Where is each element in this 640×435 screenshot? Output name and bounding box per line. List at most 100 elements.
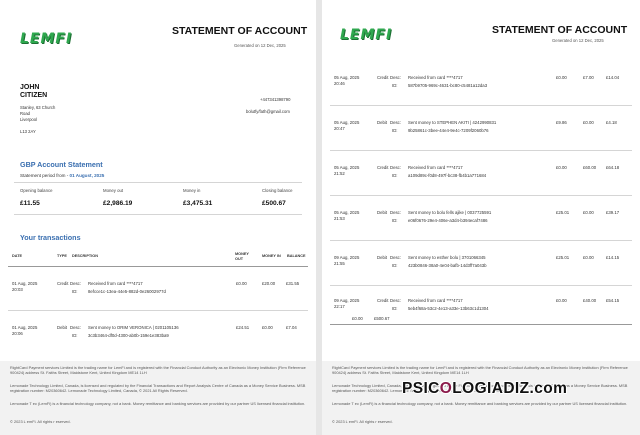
balance-money-in: Money in £3,475.31 (183, 188, 213, 207)
col-header-balance: BALANCE (287, 254, 306, 258)
cell-desc: Received from card ****4717 (408, 75, 463, 80)
cell-time: 22:17 (334, 304, 345, 309)
cell-in: £60.00 (583, 165, 597, 170)
cell-type: Credit (377, 75, 389, 80)
cell-id: 5eb4f68a-53c2-4e13-a33e-13b63c1d1304 (408, 306, 489, 311)
cell-id-label: ID: (392, 306, 398, 311)
cell-id: 423b0846-38a0-4e04-bafb-14d3ff7a043b (408, 263, 487, 268)
cell-type: Debit (377, 120, 388, 125)
cell-out: £0.00 (556, 165, 567, 170)
cell-id-label: ID: (392, 128, 398, 133)
cell-bal: £54.15 (606, 298, 620, 303)
statement-title: STATEMENT OF ACCOUNT (172, 25, 308, 37)
customer-email: bolutfy/fath@gmail.com (246, 109, 290, 114)
cell-time: 20:46 (334, 81, 345, 86)
statement-footer: RightCard Payment services Limited is th… (0, 361, 316, 435)
table-row: 05 Aug, 2025 20:46 Credit Desc: Received fro… (322, 70, 640, 92)
cell-in: £0.00 (583, 120, 594, 125)
lemfi-logo: LEMFI (340, 27, 393, 43)
table-row: 01 Aug, 2025 20:03 Credit Desc: Received… (12, 281, 300, 294)
balance-closing: Closing balance £500.67 (262, 188, 293, 207)
cell-out: £25.01 (556, 255, 570, 260)
cell-desc-label: Desc: (390, 210, 401, 215)
cell-type: Credit (377, 298, 389, 303)
cell-desc: Sent money to STEPHEN AKITI | 4242990831 (408, 120, 497, 125)
cell-bal: £14.15 (606, 255, 620, 260)
cell-id: a109d89c-f0d8-497f-bc38-fb4b1a771684 (408, 173, 487, 178)
cell-in: £0.00 (583, 210, 594, 215)
cell-id: 9b25861c-3bee-44e4-9e4c-7209f2060b76 (408, 128, 489, 133)
cell-time: 21:55 (334, 261, 345, 266)
customer-name: JOHN CITIZEN (20, 84, 48, 99)
cell-desc: Sent money to bolu fells ajike | 0037725… (408, 210, 492, 215)
table-row: 09 Aug, 2025 22:17 Credit Desc: Received fro… (322, 293, 640, 315)
cell-id-label: ID: (392, 218, 398, 223)
cell-id-label: ID: (392, 83, 398, 88)
cell-out: £25.01 (556, 210, 570, 215)
statement-title: STATEMENT OF ACCOUNT (492, 24, 628, 36)
row-divider (330, 150, 632, 151)
account-heading: GBP Account Statement (20, 160, 103, 169)
customer-address: Stanley, 63 Church Road Liverpool L13 2A… (20, 105, 56, 134)
cell-desc-label: Desc: (390, 120, 401, 125)
row-divider (330, 195, 632, 196)
cell-out: £0.00 (556, 75, 567, 80)
cell-desc-label: Desc: (390, 298, 401, 303)
transactions-heading: Your transactions (20, 233, 81, 242)
total-money-out: £0.00 (352, 316, 363, 321)
cell-bal: £14.04 (606, 75, 620, 80)
row-divider (8, 310, 308, 311)
col-header-description: DESCRIPTION (72, 254, 98, 258)
cell-out: £9.86 (556, 120, 567, 125)
cell-bal: £64.18 (606, 165, 620, 170)
statement-footer: RightCard Payment services Limited is th… (322, 361, 640, 435)
cell-id: e06f0676-29e4-406e-a3d4-b394ecaf7486 (408, 218, 488, 223)
cell-id-label: ID: (392, 173, 398, 178)
row-divider (330, 240, 632, 241)
row-divider (330, 105, 632, 106)
col-header-type: TYPE (57, 254, 67, 258)
generated-date: Generated on 12 Dec, 2025 (552, 38, 604, 43)
cell-time: 20:47 (334, 126, 345, 131)
cell-desc-label: Desc: (390, 255, 401, 260)
cell-desc: Received from card ****4717 (408, 165, 463, 170)
statement-period: Statement period from - 01 August, 2025 (20, 173, 105, 178)
row-divider (330, 285, 632, 286)
cell-out: £0.00 (556, 298, 567, 303)
table-row: 05 Aug, 2025 20:47 Debit Desc: Sent money to… (322, 115, 640, 137)
balance-opening: Opening balance £11.55 (20, 188, 53, 207)
table-row: 05 Aug, 2025 21:53 Debit Desc: Sent money to… (322, 205, 640, 227)
statement-page-1: LEMFI STATEMENT OF ACCOUNT Generated on … (0, 0, 316, 435)
lemfi-logo: LEMFI (20, 31, 73, 47)
cell-time: 21:53 (334, 216, 345, 221)
table-row: 05 Aug, 2025 21:52 Credit Desc: Received fro… (322, 160, 640, 182)
cell-type: Debit (377, 210, 388, 215)
total-closing-balance: £500.67 (374, 316, 390, 321)
table-row: 09 Aug, 2025 21:55 Debit Desc: Sent money to… (322, 250, 640, 272)
table-end-rule (330, 324, 632, 325)
cell-type: Credit (377, 165, 389, 170)
col-header-date: DATE (12, 254, 23, 258)
table-row: 01 Aug, 2025 20:06 Debit Desc: Sent mone… (12, 325, 297, 338)
balance-money-out: Money out £2,986.19 (103, 188, 133, 207)
cell-in: £7.00 (583, 75, 594, 80)
col-header-money-in: MONEY IN (262, 254, 281, 258)
cell-in: £40.00 (583, 298, 597, 303)
watermark: PSICOLOGIADIZ.com (402, 380, 568, 397)
cell-desc: Sent money to esther bolu | 3701066345 (408, 255, 486, 260)
cell-bal: £4.18 (606, 120, 617, 125)
cell-id-label: ID: (392, 263, 398, 268)
cell-bal: £39.17 (606, 210, 620, 215)
table-header-rule (8, 266, 308, 267)
cell-id: 587b9705-969c-4631-bc80-c5481a12da3 (408, 83, 488, 88)
customer-phone: +447341398790 (260, 97, 291, 102)
cell-time: 21:52 (334, 171, 345, 176)
col-header-money-out: MONEY OUT (235, 252, 249, 261)
cell-desc-label: Desc: (390, 165, 401, 170)
cell-desc-label: Desc: (390, 75, 401, 80)
cell-desc: Received from card ****4717 (408, 298, 463, 303)
generated-date: Generated on 12 Dec, 2025 (234, 43, 286, 48)
divider (14, 214, 302, 215)
statement-page-2: LEMFI STATEMENT OF ACCOUNT Generated on … (322, 0, 640, 435)
cell-in: £0.00 (583, 255, 594, 260)
